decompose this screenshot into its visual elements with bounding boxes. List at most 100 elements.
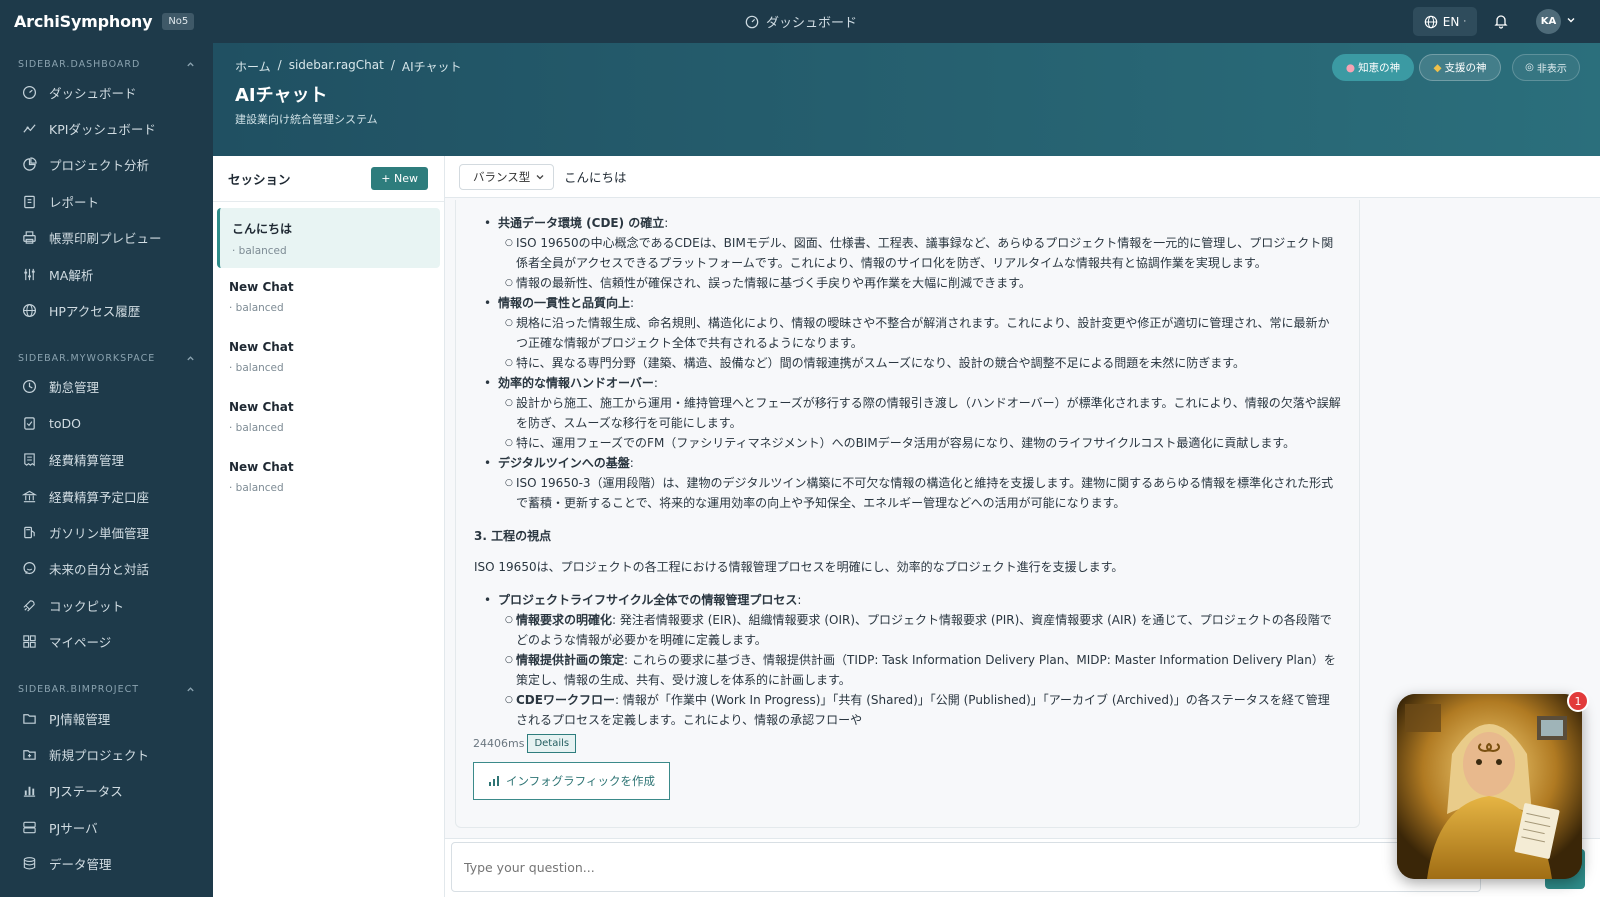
sidebar-item-grid[interactable]: マイページ xyxy=(0,623,213,659)
language-switcher[interactable]: EN · xyxy=(1413,7,1477,36)
hide-button[interactable]: ◎ 非表示 xyxy=(1512,54,1580,81)
sidebar-item-label: ダッシュボード xyxy=(49,85,137,101)
new-session-button[interactable]: + New xyxy=(371,167,428,190)
sidebar-item-server[interactable]: PJサーバ xyxy=(0,809,213,845)
sidebar-item-globe[interactable]: HPアクセス履歴 xyxy=(0,292,213,328)
session-title: New Chat xyxy=(229,280,294,294)
sidebar-item-chart[interactable]: KPIダッシュボード xyxy=(0,110,213,146)
sidebar-item-label: データ管理 xyxy=(49,857,112,873)
receipt-icon xyxy=(24,453,35,467)
session-item[interactable]: New Chat · balanced xyxy=(217,448,440,508)
sidebar-item-gauge[interactable]: ダッシュボード xyxy=(0,74,213,110)
session-item[interactable]: New Chat · balanced xyxy=(217,388,440,448)
chart-icon xyxy=(23,124,36,133)
language-label: EN xyxy=(1442,14,1460,29)
breadcrumb-home[interactable]: ホーム xyxy=(235,58,271,75)
sidebar-item-clock[interactable]: 勤怠管理 xyxy=(0,369,213,405)
session-mode: · balanced xyxy=(229,362,284,374)
sidebar-item-label: PJ情報管理 xyxy=(49,711,111,727)
chat-title: こんにちは xyxy=(564,170,627,185)
chat-input[interactable] xyxy=(451,842,1481,892)
rocket-icon xyxy=(23,600,35,612)
sidebar-item-label: KPIダッシュボード xyxy=(49,122,156,138)
clock-icon xyxy=(22,380,37,394)
user-avatar[interactable]: KA xyxy=(1536,9,1561,34)
sidebar-item-folder[interactable]: PJ情報管理 xyxy=(0,700,213,736)
chevron-down-icon xyxy=(536,174,544,179)
sidebar-section-title: SIDEBAR.BIMPROJECT xyxy=(18,684,140,696)
sidebar-item-label: MA解析 xyxy=(49,267,94,283)
sidebar-item-folder-plus[interactable]: 新規プロジェクト xyxy=(0,736,213,772)
session-item[interactable]: New Chat · balanced xyxy=(217,268,440,328)
sidebar-section-header[interactable]: SIDEBAR.MYWORKSPACE xyxy=(0,349,213,369)
mode-wisdom-button[interactable]: ● 知恵の神 xyxy=(1332,54,1414,81)
sidebar-section-header[interactable]: SIDEBAR.BIMPROJECT xyxy=(0,680,213,700)
page-subtitle: 建設業向け統合管理システム xyxy=(235,113,378,126)
sidebar-item-label: レポート xyxy=(49,194,100,210)
chevron-up-icon xyxy=(187,687,194,692)
mode-select[interactable]: バランス型 xyxy=(459,163,554,190)
sidebar-item-printer[interactable]: 帳票印刷プレビュー xyxy=(0,220,213,256)
mode-support-button[interactable]: ◆ 支援の神 xyxy=(1419,54,1501,81)
breadcrumb-separator: / xyxy=(390,58,395,72)
sidebar-item-label: コックピット xyxy=(49,598,125,614)
list-text: 情報の最新性、信頼性が確保され、誤った情報に基づく手戻りや再作業を大幅に削減でき… xyxy=(516,276,1031,290)
clipboard-icon xyxy=(24,195,35,209)
bell-icon[interactable] xyxy=(1493,13,1509,29)
sidebar-item-chat-bubble[interactable]: 未来の自分と対話 xyxy=(0,551,213,587)
chevron-up-icon xyxy=(187,356,194,361)
sage-portrait-icon xyxy=(1397,694,1582,879)
list-item: • デジタルツインへの基盤: xyxy=(484,456,634,470)
top-dashboard-link[interactable]: ダッシュボード xyxy=(745,12,857,31)
sidebar: SIDEBAR.DASHBOARD ダッシュボード KPIダッシュボードプロジェクト… xyxy=(0,43,213,897)
breadcrumb-ragchat[interactable]: sidebar.ragChat xyxy=(289,58,384,75)
elapsed-time: 24406ms xyxy=(473,737,525,750)
assistant-message: • 共通データ環境 (CDE) の確立: ○ ISO 19650の中心概念であるCD… xyxy=(455,200,1360,828)
top-dashboard-label: ダッシュボード xyxy=(766,16,858,31)
sidebar-item-fuel[interactable]: ガソリン単価管理 xyxy=(0,514,213,550)
sidebar-item-clipboard[interactable]: レポート xyxy=(0,183,213,219)
list-item: ○ ISO 19650の中心概念であるCDEは、BIMモデル、図面、仕様書、工程表… xyxy=(505,233,1359,273)
gauge-icon xyxy=(22,85,37,99)
sidebar-item-bank[interactable]: 経費精算予定口座 xyxy=(0,478,213,514)
sidebar-item-rocket[interactable]: コックピット xyxy=(0,587,213,623)
sidebar-item-bar-chart[interactable]: PJステータス xyxy=(0,773,213,809)
server-icon xyxy=(23,821,36,833)
sidebar-item-label: 新規プロジェクト xyxy=(49,747,150,763)
list-item: ○ 規格に沿った情報生成、命名規則、構造化により、情報の曖昧さや不整合が解消されま… xyxy=(505,313,1359,353)
list-item: • 情報の一貫性と品質向上: xyxy=(484,296,635,310)
sidebar-item-label: マイページ xyxy=(49,635,112,651)
chevron-up-icon xyxy=(187,61,194,66)
bank-icon xyxy=(22,490,37,502)
chevron-down-icon[interactable] xyxy=(1566,15,1576,25)
sidebar-item-todo[interactable]: toDO xyxy=(0,405,213,441)
sidebar-item-database[interactable]: データ管理 xyxy=(0,845,213,881)
list-text: ISO 19650の中心概念であるCDEは、BIMモデル、図面、仕様書、工程表、… xyxy=(516,236,1334,270)
brand-name[interactable]: ArchiSymphony xyxy=(14,12,153,31)
version-badge: No5 xyxy=(162,13,195,30)
sliders-icon xyxy=(24,268,35,280)
create-infographic-button[interactable]: インフォグラフィックを作成 xyxy=(473,762,670,800)
sidebar-item-label: 未来の自分と対話 xyxy=(49,562,150,578)
sidebar-item-sliders[interactable]: MA解析 xyxy=(0,256,213,292)
session-item[interactable]: New Chat · balanced xyxy=(217,328,440,388)
details-button[interactable]: Details xyxy=(527,734,577,753)
language-dot: · xyxy=(1463,16,1467,27)
list-item: • プロジェクトライフサイクル全体での情報管理プロセス: xyxy=(484,593,802,607)
session-item[interactable]: こんにちは · balanced xyxy=(217,208,440,268)
page-header: ホーム / sidebar.ragChat / AIチャット AIチャット 建設… xyxy=(213,43,1600,156)
list-item: ○ 情報の最新性、信頼性が確保され、誤った情報に基づく手戻りや再作業を大幅に削減で… xyxy=(505,273,1359,293)
ai-sage-avatar[interactable] xyxy=(1397,694,1582,879)
section-heading: 情報の一貫性と品質向上 xyxy=(498,296,631,310)
sidebar-item-label: 経費精算予定口座 xyxy=(49,489,150,505)
list-label: 情報提供計画の策定 xyxy=(516,653,625,667)
sidebar-section-header[interactable]: SIDEBAR.DASHBOARD xyxy=(0,54,213,74)
globe-icon xyxy=(22,304,37,318)
sidebar-item-pie[interactable]: プロジェクト分析 xyxy=(0,147,213,183)
list-item: • 効率的な情報ハンドオーバー: xyxy=(484,376,658,390)
sidebar-item-label: toDO xyxy=(49,415,82,431)
notification-badge: 1 xyxy=(1567,690,1589,712)
session-panel: セッション + New こんにちは · balanced New Chat · bal… xyxy=(213,156,445,897)
fuel-icon xyxy=(24,526,35,539)
sidebar-item-receipt[interactable]: 経費精算管理 xyxy=(0,442,213,478)
